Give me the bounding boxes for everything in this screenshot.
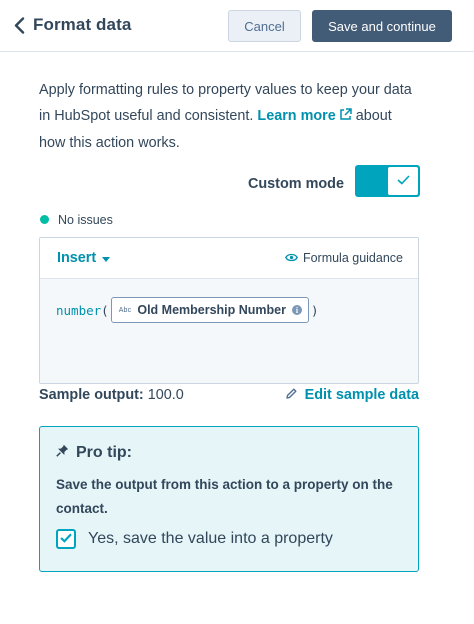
function-name: number [56, 302, 102, 318]
cancel-button[interactable]: Cancel [228, 10, 301, 42]
pro-tip-text: Save the output from this action to a pr… [56, 477, 393, 516]
custom-mode-toggle[interactable] [355, 165, 420, 197]
caret-down-icon [102, 250, 111, 266]
pro-tip-title-text: Pro tip: [76, 444, 132, 461]
save-value-checkbox-label: Yes, save the value into a property [88, 530, 333, 547]
editor-toolbar: Insert Formula guidance [40, 238, 418, 279]
property-token-name: Old Membership Number [137, 303, 286, 317]
insert-label: Insert [57, 250, 97, 266]
checkmark-icon [60, 530, 72, 548]
pencil-icon [285, 387, 297, 403]
learn-more-label: Learn more [257, 108, 336, 124]
pro-tip-title: Pro tip: [56, 444, 132, 462]
property-token[interactable]: Abc Old Membership Number i [110, 297, 309, 323]
text-type-icon: Abc [118, 306, 132, 314]
formula-guidance-label: Formula guidance [302, 251, 403, 265]
pro-tip-box: Pro tip: Save the output from this actio… [39, 426, 419, 572]
sample-output-value: 100.0 [147, 387, 184, 403]
edit-sample-data-label: Edit sample data [304, 387, 419, 403]
save-value-checkbox[interactable] [56, 529, 76, 549]
sample-output-row: Sample output: 100.0 Edit sample data [39, 387, 419, 407]
panel-header: Format data Cancel Save and continue [0, 0, 474, 52]
save-and-continue-button[interactable]: Save and continue [312, 10, 452, 42]
learn-more-link[interactable]: Learn more [257, 108, 352, 124]
custom-mode-label: Custom mode [248, 176, 344, 192]
formula-guidance-link[interactable]: Formula guidance [284, 251, 403, 265]
edit-sample-data-link[interactable]: Edit sample data [285, 387, 419, 403]
save-value-checkbox-row[interactable]: Yes, save the value into a property [56, 529, 333, 549]
external-link-icon [339, 104, 352, 130]
check-icon [396, 172, 410, 190]
eye-icon [284, 251, 298, 265]
open-paren: ( [101, 302, 109, 318]
formula-expression: number( Abc Old Membership Number i) [56, 297, 319, 323]
toggle-knob [387, 166, 419, 196]
pin-icon [56, 444, 69, 462]
page-title: Format data [33, 15, 132, 34]
intro-description: Apply formatting rules to property value… [39, 77, 419, 156]
sample-output-label: Sample output: [39, 387, 144, 403]
status-text: No issues [58, 213, 113, 227]
formula-editor[interactable]: Insert Formula guidance number( Abc Old Me… [39, 237, 419, 384]
close-paren: ) [311, 302, 319, 318]
info-icon[interactable]: i [292, 305, 302, 315]
back-arrow-icon[interactable] [10, 14, 28, 36]
status-indicator-dot [40, 215, 49, 224]
insert-dropdown[interactable]: Insert [57, 250, 111, 266]
